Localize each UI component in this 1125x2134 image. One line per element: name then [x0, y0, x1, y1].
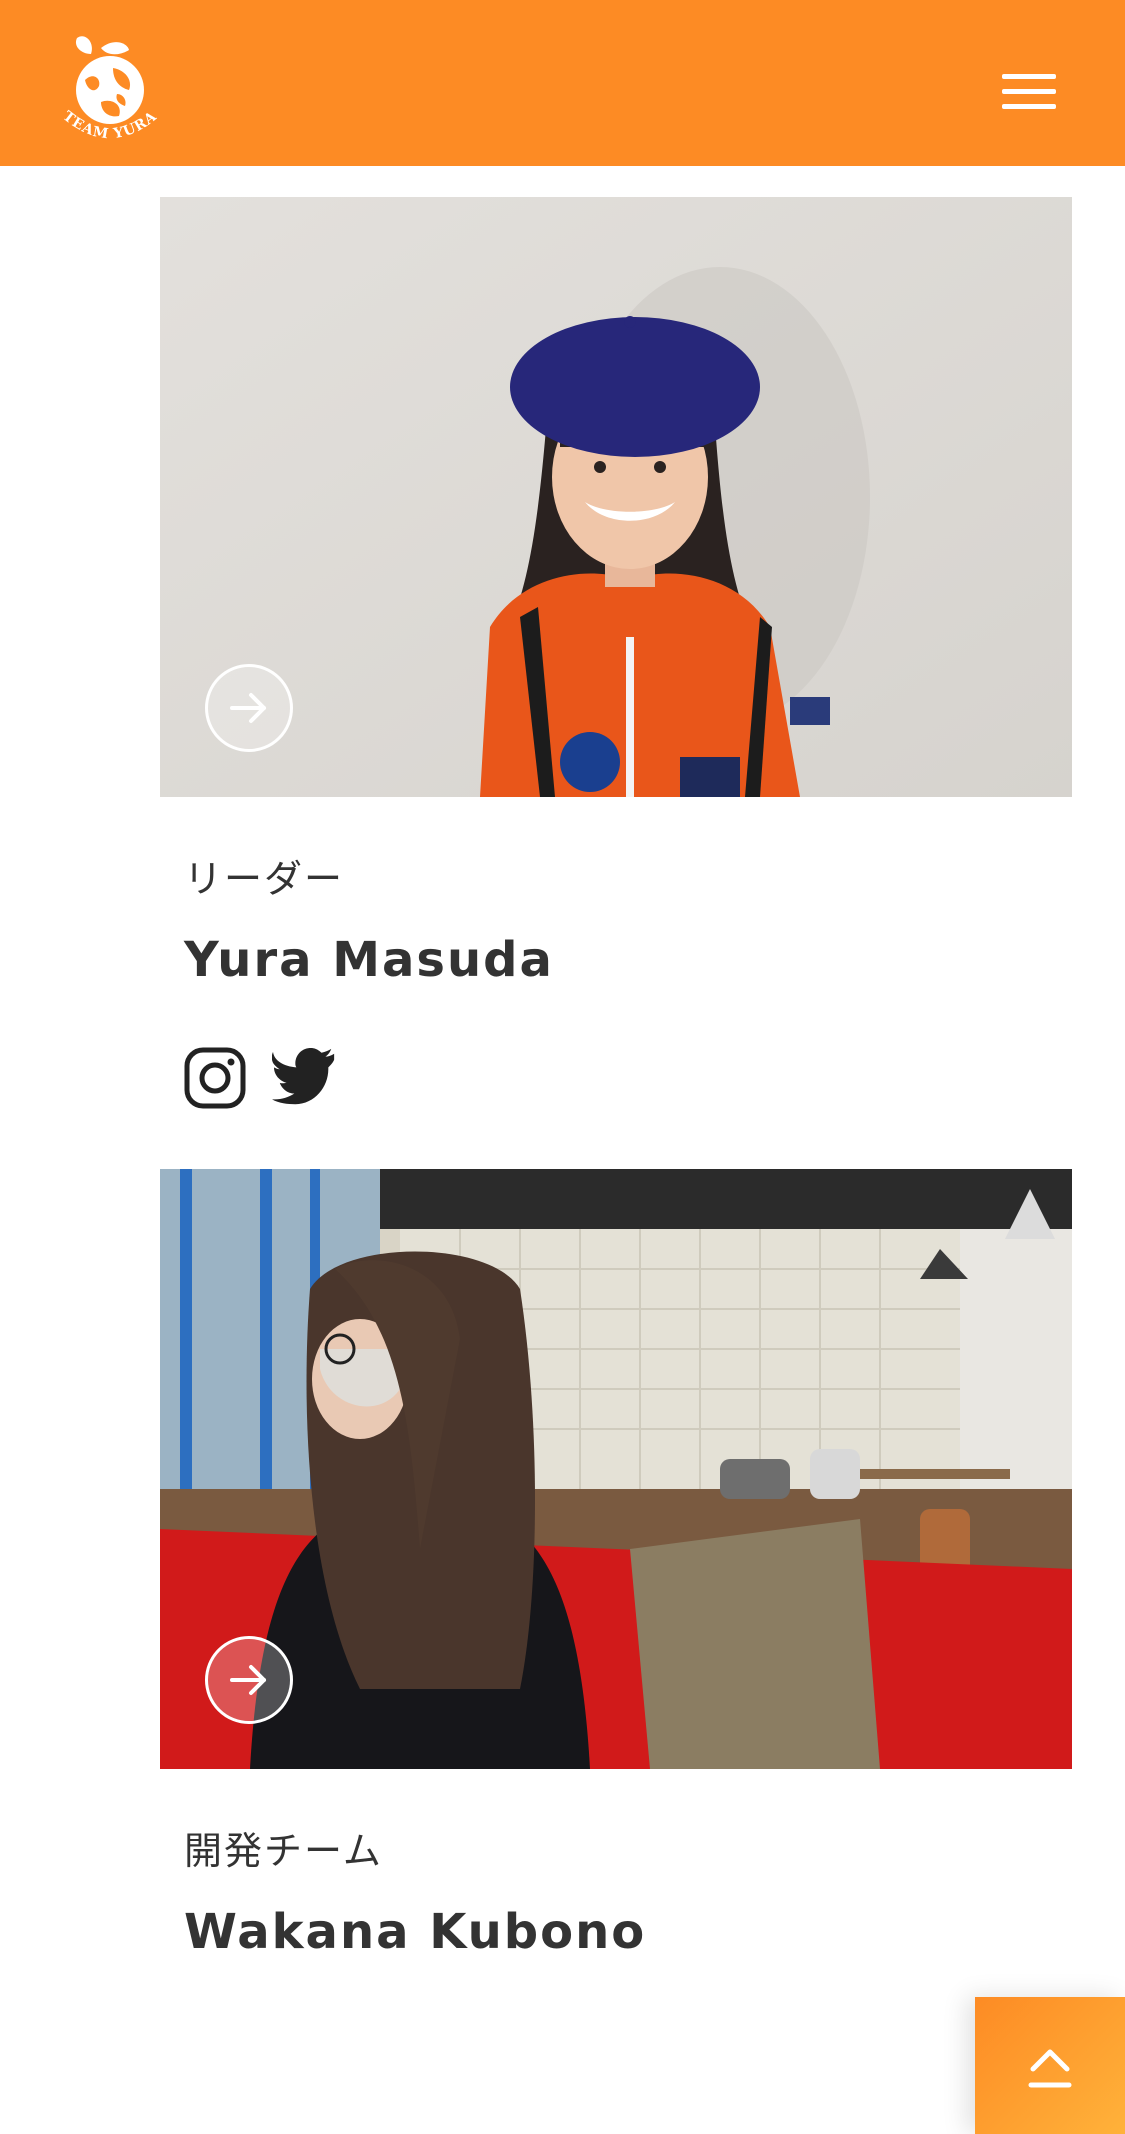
arrow-right-icon — [230, 693, 266, 723]
hamburger-menu-button[interactable] — [990, 62, 1070, 122]
site-header: TEAM YURA — [0, 0, 1125, 166]
member-role: リーダー — [184, 857, 345, 901]
twitter-link[interactable] — [271, 1047, 336, 1110]
arrow-right-icon — [230, 1665, 266, 1695]
team-yura-logo[interactable]: TEAM YURA — [55, 28, 165, 150]
member-detail-link-yura[interactable] — [205, 664, 293, 752]
instagram-link[interactable] — [184, 1047, 246, 1113]
member-role: 開発チーム — [184, 1829, 383, 1873]
member-photo-yura[interactable] — [160, 197, 1072, 797]
member-name: Wakana Kubono — [184, 1904, 647, 1960]
hamburger-menu-icon — [1002, 74, 1056, 79]
member-name: Yura Masuda — [184, 932, 554, 988]
member-photo-wakana[interactable] — [160, 1169, 1072, 1769]
back-to-top-button[interactable] — [975, 1997, 1125, 2134]
chevron-up-icon — [1028, 2049, 1072, 2088]
instagram-icon — [184, 1047, 246, 1109]
member-detail-link-wakana[interactable] — [205, 1636, 293, 1724]
twitter-icon — [271, 1047, 335, 1105]
